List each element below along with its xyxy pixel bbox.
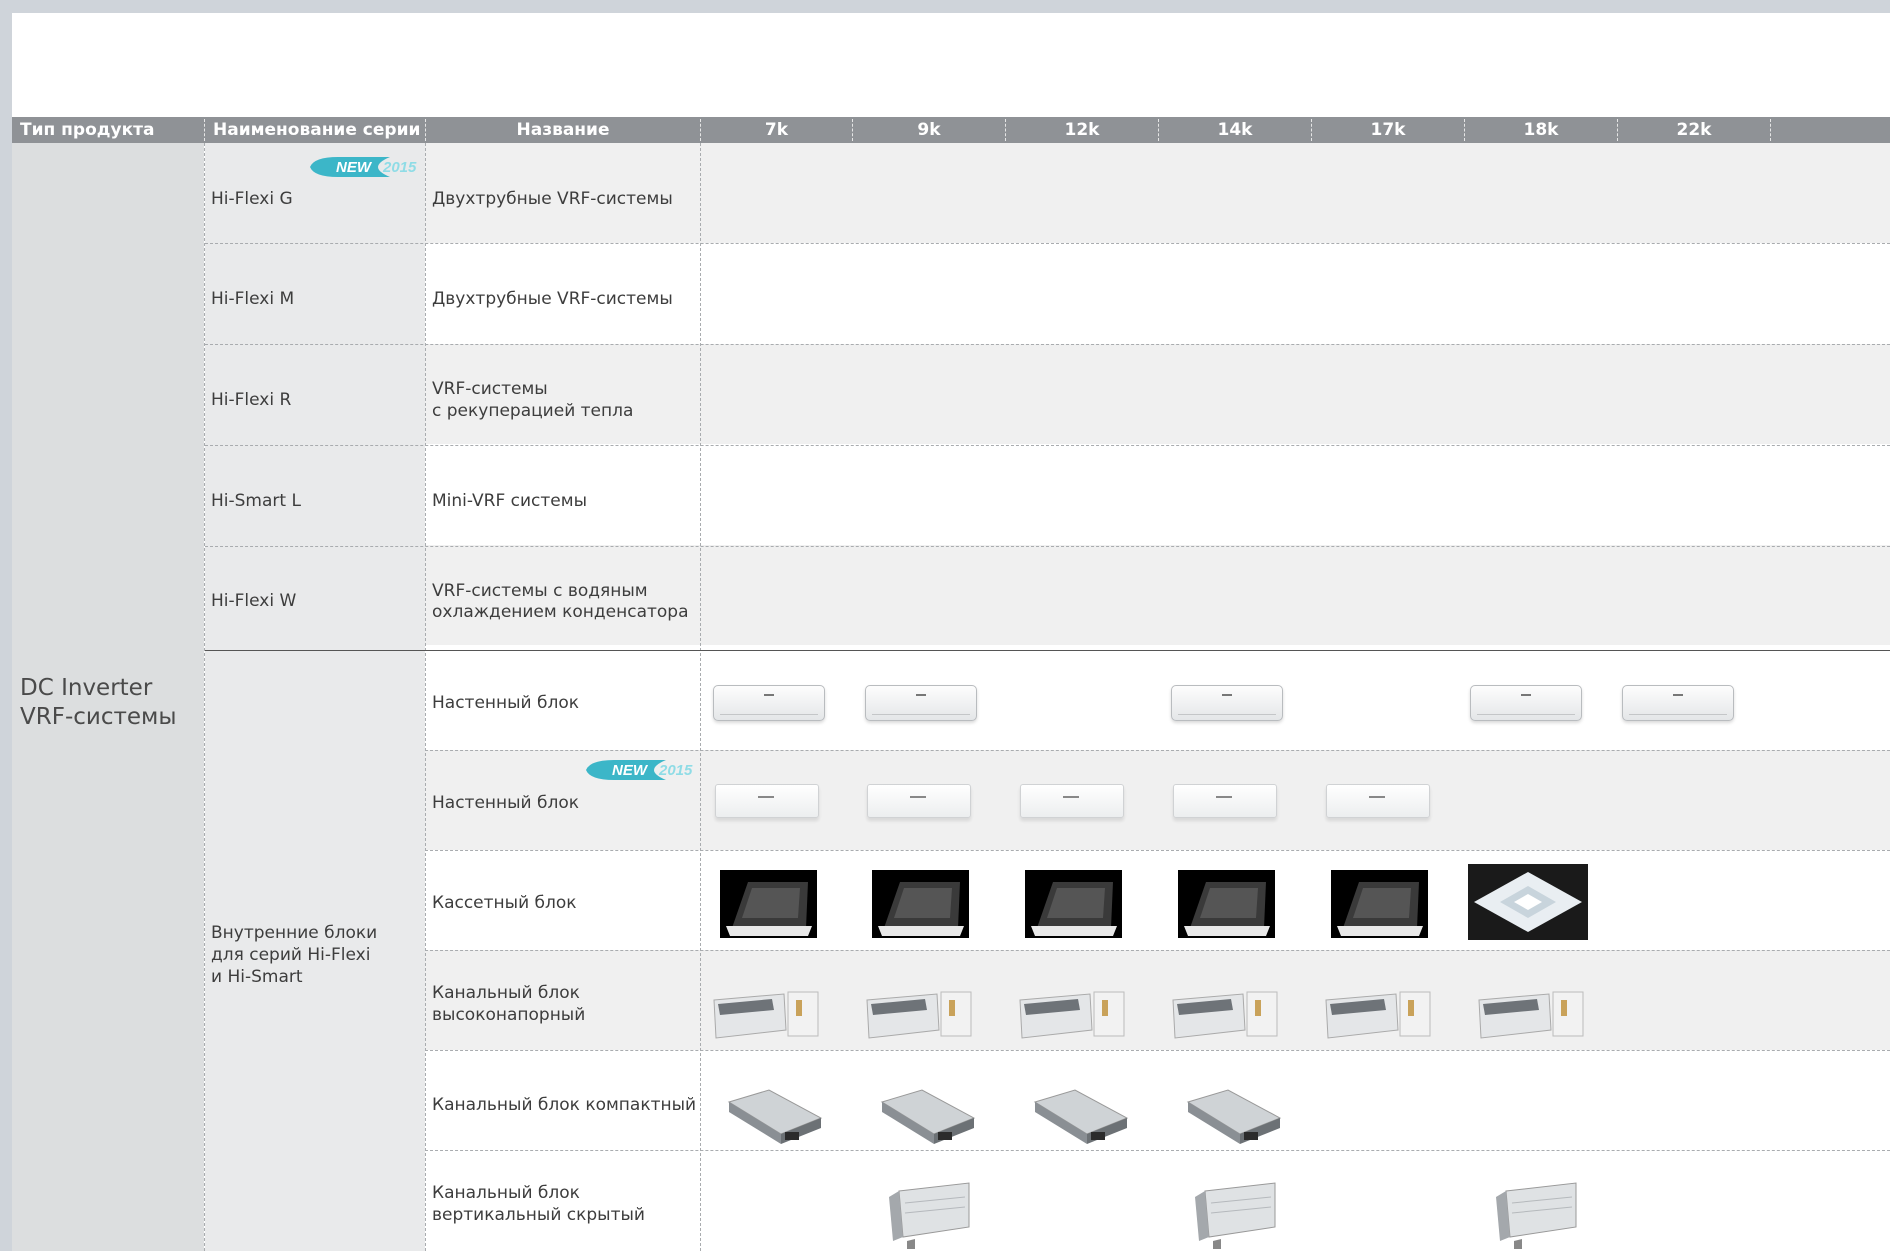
cassette-unit-icon <box>872 870 969 938</box>
name-row-2: Двухтрубные VRF-системы <box>432 289 673 309</box>
vertical-concealed-duct-icon <box>1492 1179 1582 1249</box>
wall-unit-icon <box>1622 685 1734 721</box>
header-capacity-9k: 9k <box>917 120 941 140</box>
header-series-name: Наименование серии <box>213 120 421 140</box>
indoor-series-line1: Внутренние блоки <box>211 923 378 943</box>
new-2015-badge: NEW 2015 <box>304 156 426 178</box>
header-capacity-22k: 22k <box>1676 120 1712 140</box>
indoor-name-cassette: Кассетный блок <box>432 893 577 913</box>
cassette-4way-unit-icon <box>1468 864 1588 940</box>
new-2015-badge-indoor: NEW 2015 <box>580 759 702 781</box>
high-pressure-duct-icon <box>1171 990 1281 1044</box>
high-pressure-duct-icon <box>712 990 822 1044</box>
high-pressure-duct-icon <box>1018 990 1128 1044</box>
header-product-type: Тип продукта <box>20 120 155 140</box>
name-row-4: Mini-VRF системы <box>432 491 588 511</box>
indoor-name-duct-hp-line2: высоконапорный <box>432 1005 586 1025</box>
header-capacity-18k: 18k <box>1523 120 1559 140</box>
series-hi-flexi-m: Hi-Flexi M <box>211 289 295 309</box>
header-name: Название <box>516 120 610 140</box>
indoor-name-wall-new: Настенный блок <box>432 793 580 813</box>
indoor-name-duct-compact: Канальный блок компактный <box>432 1095 697 1115</box>
indoor-name-wall: Настенный блок <box>432 693 580 713</box>
series-hi-flexi-r: Hi-Flexi R <box>211 390 292 410</box>
wall-unit-new-icon <box>1173 784 1277 818</box>
wall-unit-new-icon <box>715 784 819 818</box>
high-pressure-duct-icon <box>865 990 975 1044</box>
series-hi-smart-l: Hi-Smart L <box>211 491 301 511</box>
wall-unit-new-icon <box>1020 784 1124 818</box>
badge-new-text: NEW <box>336 159 373 176</box>
header-capacity-12k: 12k <box>1064 120 1100 140</box>
wall-unit-icon <box>865 685 977 721</box>
header-capacity-7k: 7k <box>764 120 789 140</box>
series-hi-flexi-w: Hi-Flexi W <box>211 591 297 611</box>
cassette-unit-icon <box>720 870 817 938</box>
name-row-3-line2: с рекуперацией тепла <box>432 401 634 421</box>
wall-unit-new-icon <box>867 784 971 818</box>
compact-duct-icon <box>878 1088 978 1146</box>
table-header: Тип продукта Наименование серии Название… <box>12 117 1890 143</box>
badge-new-text-2: NEW <box>612 762 649 779</box>
wall-unit-icon <box>713 685 825 721</box>
vertical-concealed-duct-icon <box>885 1179 975 1249</box>
series-hi-flexi-g: Hi-Flexi G <box>211 189 293 209</box>
header-capacity-14k: 14k <box>1217 120 1253 140</box>
high-pressure-duct-icon <box>1477 990 1587 1044</box>
cassette-unit-icon <box>1178 870 1275 938</box>
indoor-series-line3: и Hi-Smart <box>211 967 303 987</box>
name-row-5-line1: VRF-системы с водяным <box>432 581 648 601</box>
name-row-1: Двухтрубные VRF-системы <box>432 189 673 209</box>
high-pressure-duct-icon <box>1324 990 1434 1044</box>
name-row-5-line2: охлаждением конденсатора <box>432 602 689 622</box>
wall-unit-icon <box>1470 685 1582 721</box>
indoor-name-duct-vertical-line2: вертикальный скрытый <box>432 1205 645 1225</box>
product-table-sheet: Тип продукта Наименование серии Название… <box>12 13 1890 1251</box>
cassette-unit-icon <box>1025 870 1122 938</box>
wall-unit-new-icon <box>1326 784 1430 818</box>
product-type-line2: VRF-системы <box>20 704 177 730</box>
badge-year-text: 2015 <box>382 159 417 176</box>
cassette-unit-icon <box>1331 870 1428 938</box>
page-frame: Тип продукта Наименование серии Название… <box>0 0 1890 1251</box>
indoor-name-duct-vertical-line1: Канальный блок <box>432 1183 580 1203</box>
indoor-name-duct-hp-line1: Канальный блок <box>432 983 580 1003</box>
wall-unit-icon <box>1171 685 1283 721</box>
indoor-series-line2: для серий Hi-Flexi <box>211 945 371 965</box>
badge-year-text-2: 2015 <box>658 762 693 779</box>
header-capacity-17k: 17k <box>1370 120 1406 140</box>
compact-duct-icon <box>725 1088 825 1146</box>
compact-duct-icon <box>1184 1088 1284 1146</box>
vertical-concealed-duct-icon <box>1191 1179 1281 1249</box>
name-row-3-line1: VRF-системы <box>432 379 548 399</box>
product-type-line1: DC Inverter <box>20 675 153 701</box>
compact-duct-icon <box>1031 1088 1131 1146</box>
